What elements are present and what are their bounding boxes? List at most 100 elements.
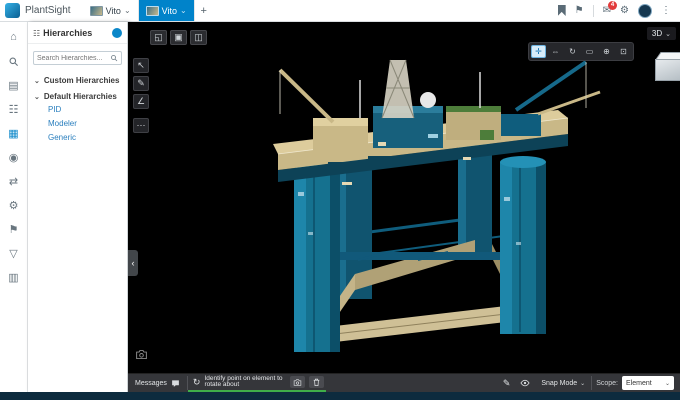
tool-prompt: ↻ Identify point on element to rotate ab… [188, 374, 288, 390]
divider [593, 5, 594, 17]
home-icon[interactable]: ⌂ [5, 29, 23, 45]
view-camera-icon[interactable] [135, 348, 148, 366]
snap-mode-label: Snap Mode [541, 380, 577, 387]
hierarchies-panel-header: ☷ Hierarchies [28, 22, 127, 44]
notifications-icon[interactable]: ✉ 4 [603, 6, 611, 16]
chevron-down-icon: ⌄ [34, 77, 40, 85]
search-input[interactable] [37, 55, 108, 62]
status-bar: Messages ↻ Identify point on element to … [128, 373, 680, 392]
active-tool-group: ↻ Identify point on element to rotate ab… [188, 374, 326, 392]
dock-panel-button[interactable] [112, 28, 122, 38]
hierarchies-panel: ☷ Hierarchies ⌄ Custom Hierarchies ⌄ Def… [28, 22, 128, 392]
reports-icon[interactable]: ▥ [5, 269, 23, 285]
statusbar-spacer [326, 374, 498, 392]
snapshot-button[interactable] [290, 376, 305, 388]
camera-icon [293, 378, 302, 387]
view-toolbar: ✛ ⇔ ↻ ▭ ⊕ ⊡ [528, 42, 634, 61]
more-tools-icon[interactable]: ⋯ [133, 118, 149, 133]
hierarchy-link-generic[interactable]: Generic [48, 133, 127, 142]
measure-icon[interactable]: ∠ [133, 94, 149, 109]
fit-view-icon[interactable]: ◱ [150, 30, 167, 45]
tab-vito-1[interactable]: Vito ⌄ [83, 0, 139, 21]
messages-button[interactable]: Messages [128, 374, 187, 392]
trash-icon [312, 378, 321, 387]
search-icon [110, 54, 118, 62]
magnifier-glyph [8, 56, 19, 67]
viewport-3d[interactable]: ◱ ▣ ◫ ↖ ✎ ∠ ⋯ ✛ ⇔ ↻ ▭ ⊕ [128, 22, 680, 373]
chat-bubble-icon [171, 379, 180, 388]
cube-front-face [655, 59, 680, 81]
section-custom-hierarchies[interactable]: ⌄ Custom Hierarchies [28, 69, 127, 85]
search-icon[interactable] [5, 53, 23, 69]
view-layout-icon[interactable]: ◫ [190, 30, 207, 45]
delete-button[interactable] [309, 376, 324, 388]
filter-icon[interactable]: ▽ [5, 245, 23, 261]
view-mode-dropdown[interactable]: 3D ⌄ [647, 27, 676, 40]
new-tab-button[interactable]: + [195, 0, 213, 21]
section-label: Custom Hierarchies [44, 76, 120, 85]
chevron-down-icon: ⌄ [665, 380, 670, 387]
flag-tool-icon[interactable]: ⚑ [5, 221, 23, 237]
fit-tool-icon[interactable]: ⊡ [616, 45, 631, 58]
overflow-menu-icon[interactable]: ⋮ [661, 6, 671, 16]
section-label: Default Hierarchies [44, 92, 117, 101]
model-icon[interactable]: ▦ [5, 125, 23, 141]
platform-3d-model [128, 22, 680, 373]
scope-label: Scope: [592, 374, 622, 392]
hierarchies-search [33, 51, 122, 65]
navigation-cube[interactable] [655, 52, 680, 84]
markup-pencil-icon[interactable]: ✎ [498, 374, 516, 392]
app-logo[interactable] [5, 3, 20, 18]
avatar[interactable] [638, 4, 652, 18]
zoom-icon[interactable]: ⊕ [599, 45, 614, 58]
cube-top-face [655, 52, 680, 60]
chevron-down-icon[interactable]: ⌄ [180, 7, 187, 15]
documents-icon[interactable]: ▤ [5, 77, 23, 93]
panel-collapse-handle[interactable]: ‹ [128, 250, 138, 276]
top-bar-actions: ⚑ ✉ 4 ⚙ ⋮ [549, 0, 680, 21]
viewer-column: ◱ ▣ ◫ ↖ ✎ ∠ ⋯ ✛ ⇔ ↻ ▭ ⊕ [128, 22, 680, 392]
plantsight-app: PlantSight Vito ⌄ Vito ⌄ + ⚑ ✉ 4 ⚙ ⋮ [0, 0, 680, 400]
tab-label: Vito [106, 6, 121, 16]
scope-value: Element [626, 380, 652, 387]
eye-icon[interactable] [515, 374, 535, 392]
gear-icon[interactable]: ⚙ [620, 6, 629, 16]
hierarchies-icon[interactable]: ☷ [5, 101, 23, 117]
saved-views-icon[interactable]: ▣ [170, 30, 187, 45]
tab-thumbnail [90, 6, 103, 16]
notification-badge: 4 [608, 1, 617, 10]
panel-title: Hierarchies [43, 28, 109, 38]
tab-vito-2-active[interactable]: Vito ⌄ [139, 0, 195, 21]
zoom-window-icon[interactable]: ▭ [582, 45, 597, 58]
hierarchy-icon: ☷ [33, 29, 40, 38]
chevron-down-icon: ⌄ [665, 30, 671, 38]
settings-icon[interactable]: ⚙ [5, 197, 23, 213]
bookmark-icon[interactable] [558, 5, 566, 16]
markup-pencil-icon[interactable]: ✎ [133, 76, 149, 91]
scope-select[interactable]: Element ⌄ [622, 376, 674, 390]
chevron-down-icon: ⌄ [580, 380, 585, 387]
top-bar: PlantSight Vito ⌄ Vito ⌄ + ⚑ ✉ 4 ⚙ ⋮ [0, 0, 680, 22]
users-icon[interactable]: ◉ [5, 149, 23, 165]
viewport-topleft-toolbar: ◱ ▣ ◫ [150, 30, 207, 45]
locate-tool-icon[interactable]: ✛ [531, 45, 546, 58]
messages-label: Messages [135, 380, 167, 387]
select-cursor-icon[interactable]: ↖ [133, 58, 149, 73]
rotate-tool-icon[interactable]: ↻ [565, 45, 580, 58]
pan-tool-icon[interactable]: ⇔ [548, 45, 563, 58]
chevron-down-icon: ⌄ [34, 93, 40, 101]
section-default-hierarchies[interactable]: ⌄ Default Hierarchies [28, 85, 127, 101]
chevron-down-icon[interactable]: ⌄ [124, 7, 131, 15]
sync-icon[interactable]: ⇄ [5, 173, 23, 189]
hierarchy-link-pid[interactable]: PID [48, 105, 127, 114]
footer-strip [0, 392, 680, 400]
snap-mode-dropdown[interactable]: Snap Mode ⌄ [535, 374, 591, 392]
hierarchy-link-modeler[interactable]: Modeler [48, 119, 127, 128]
rotate-icon: ↻ [193, 377, 201, 388]
flag-icon[interactable]: ⚑ [575, 6, 584, 16]
markup-toolbar: ↖ ✎ ∠ ⋯ [133, 58, 149, 133]
prompt-line-2: rotate about [204, 382, 282, 389]
left-icon-rail: ⌂ ▤ ☷ ▦ ◉ ⇄ ⚙ ⚑ ▽ ▥ [0, 22, 28, 392]
main-area: ⌂ ▤ ☷ ▦ ◉ ⇄ ⚙ ⚑ ▽ ▥ ☷ Hierarchies [0, 22, 680, 392]
app-name: PlantSight [25, 5, 71, 16]
